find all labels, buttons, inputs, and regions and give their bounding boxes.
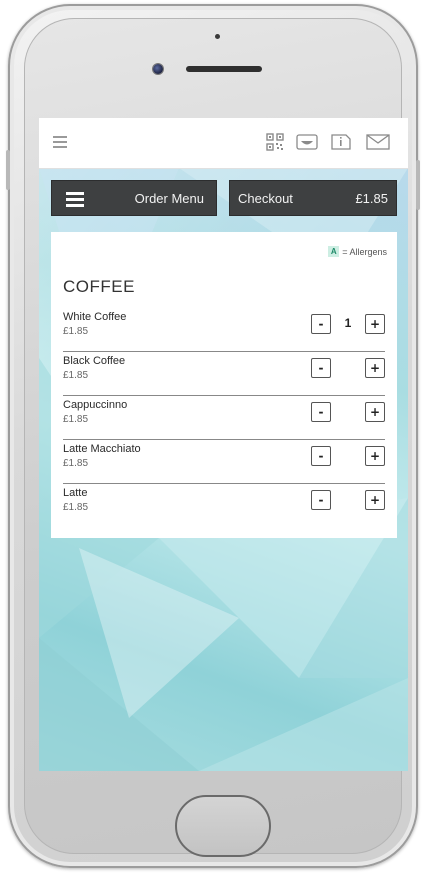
item-price: £1.85 (63, 370, 89, 381)
decrease-quantity-button[interactable]: - (311, 314, 331, 334)
increase-quantity-button[interactable]: + (365, 358, 385, 378)
order-menu-label: Order Menu (134, 191, 204, 206)
decrease-quantity-button[interactable]: - (311, 402, 331, 422)
quantity-value: 1 (344, 316, 352, 330)
mail-icon[interactable] (365, 133, 391, 151)
item-name: White Coffee (63, 311, 127, 323)
list-item: White Coffee £1.85 - 1 + (63, 308, 385, 352)
item-price: £1.85 (63, 502, 89, 513)
phone-sensor-dot (215, 34, 220, 39)
checkout-total: £1.85 (355, 191, 388, 206)
list-item: Latte £1.85 - + (63, 484, 385, 528)
earpiece-speaker (186, 66, 262, 72)
home-button[interactable] (175, 795, 271, 857)
section-title: COFFEE (63, 277, 135, 296)
item-name: Latte (63, 487, 88, 499)
info-icon[interactable] (329, 133, 353, 151)
allergen-legend-text: = Allergens (342, 246, 387, 257)
menu-icon[interactable] (53, 136, 67, 148)
app-topbar (39, 118, 408, 169)
bowl-icon[interactable] (295, 133, 319, 151)
item-name: Black Coffee (63, 355, 126, 367)
hamburger-icon (66, 192, 84, 210)
list-item: Cappuccinno £1.85 - + (63, 396, 385, 440)
decrease-quantity-button[interactable]: - (311, 358, 331, 378)
allergen-badge: A (328, 246, 340, 257)
decrease-quantity-button[interactable]: - (311, 446, 331, 466)
item-price: £1.85 (63, 458, 89, 469)
increase-quantity-button[interactable]: + (365, 402, 385, 422)
list-item: Black Coffee £1.85 - + (63, 352, 385, 396)
checkout-label: Checkout (238, 191, 293, 206)
phone-side-button-right (416, 160, 420, 210)
increase-quantity-button[interactable]: + (365, 446, 385, 466)
decrease-quantity-button[interactable]: - (311, 490, 331, 510)
nav-row: Order Menu Checkout £1.85 (51, 180, 397, 216)
list-item: Latte Macchiato £1.85 - + (63, 440, 385, 484)
phone-side-button-left (6, 150, 10, 190)
increase-quantity-button[interactable]: + (365, 314, 385, 334)
item-name: Cappuccinno (63, 399, 128, 411)
item-name: Latte Macchiato (63, 443, 141, 455)
checkout-button[interactable]: Checkout £1.85 (229, 180, 397, 216)
item-price: £1.85 (63, 326, 89, 337)
item-price: £1.85 (63, 414, 89, 425)
increase-quantity-button[interactable]: + (365, 490, 385, 510)
order-menu-button[interactable]: Order Menu (51, 180, 217, 216)
allergen-legend: A = Allergens (328, 246, 387, 257)
menu-card: A = Allergens COFFEE White Coffee £1.85 … (51, 232, 397, 538)
phone-screen: Order Menu Checkout £1.85 A = Allergens … (39, 118, 408, 771)
front-camera (153, 64, 163, 74)
qr-code-icon[interactable] (265, 133, 285, 151)
